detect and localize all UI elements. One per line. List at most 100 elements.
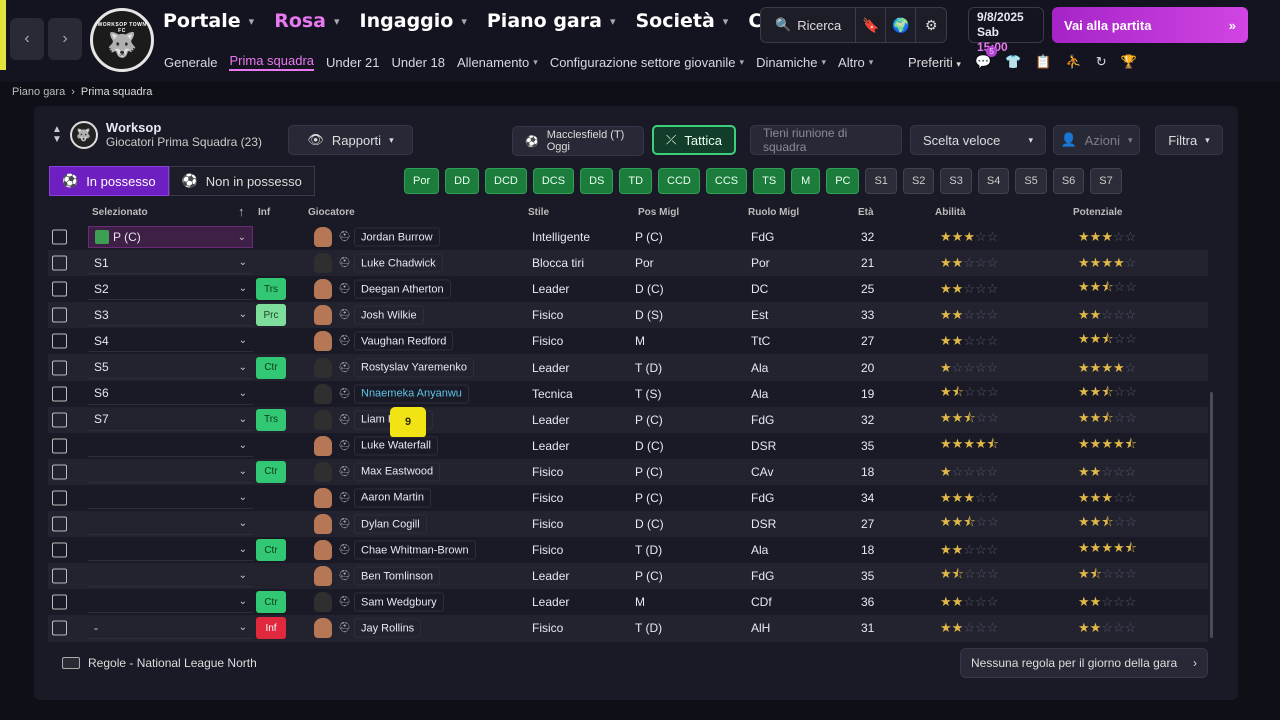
- dragged-shirt-icon[interactable]: 9: [390, 407, 426, 437]
- player-info-icon[interactable]: ⛑: [338, 284, 351, 295]
- trophy-icon[interactable]: 🏆: [1121, 54, 1137, 70]
- row-checkbox[interactable]: [52, 542, 67, 558]
- tab-non-in-possesso[interactable]: ⚽ Non in possesso: [168, 166, 315, 196]
- row-checkbox[interactable]: [52, 568, 67, 584]
- selection-dropdown[interactable]: S1 ⌄: [88, 252, 253, 275]
- position-filter[interactable]: DS: [580, 168, 614, 194]
- col-abilita[interactable]: Abilità: [935, 207, 966, 218]
- player-name[interactable]: Aaron Martin: [354, 488, 431, 508]
- table-row[interactable]: ⌄ ⛑ Luke Waterfall Leader D (C) DSR 35 ★★★★⯪ ★★★…: [48, 433, 1208, 459]
- filtra-button[interactable]: Filtra ▾: [1155, 125, 1223, 155]
- inbox-icon[interactable]: 💬 5: [975, 46, 998, 70]
- search-button[interactable]: 🔍 Ricerca: [761, 8, 857, 42]
- player-name[interactable]: Jay Rollins: [354, 618, 422, 638]
- selection-dropdown[interactable]: ⌄: [88, 591, 253, 614]
- selection-dropdown[interactable]: P (C) ⌄: [88, 226, 253, 249]
- table-row[interactable]: ⌄ ⛑ Aaron Martin Fisico P (C) FdG 34 ★★★☆☆ ★★★☆☆: [48, 485, 1208, 511]
- azioni-button[interactable]: 👤 Azioni ▾: [1053, 125, 1140, 155]
- table-row[interactable]: - ⌄ Inf ⛑ Jay Rollins Fisico T (D) AlH 31 ★★☆☆☆ ★★…: [48, 615, 1208, 642]
- main-nav-item[interactable]: Piano gara ▾: [487, 10, 616, 32]
- row-checkbox[interactable]: [52, 255, 67, 271]
- col-potenziale[interactable]: Potenziale: [1073, 207, 1122, 218]
- table-row[interactable]: S6 ⌄ ⛑ Nnaemeka Anyanwu Tecnica T (S) Ala 19 ★⯪☆…: [48, 381, 1208, 407]
- col-ruolo[interactable]: Ruolo Migl: [748, 207, 799, 218]
- position-filter[interactable]: S1: [865, 168, 897, 194]
- position-filter[interactable]: DCD: [485, 168, 527, 194]
- notes-icon[interactable]: 📋: [1035, 54, 1051, 70]
- status-badge[interactable]: Ctr: [256, 591, 286, 614]
- row-checkbox[interactable]: [52, 360, 67, 376]
- quick-select-button[interactable]: Scelta veloce ▾: [910, 125, 1046, 155]
- bookmark-icon[interactable]: 🔖: [856, 8, 887, 42]
- table-row[interactable]: P (C) ⌄ ⛑ Jordan Burrow Intelligente P (C) FdG…: [48, 224, 1208, 250]
- refresh-icon[interactable]: ↻: [1096, 54, 1107, 70]
- player-info-icon[interactable]: ⛑: [338, 571, 351, 582]
- player-name[interactable]: Ben Tomlinson: [354, 566, 440, 586]
- player-name[interactable]: Luke Chadwick: [354, 253, 443, 273]
- gear-icon[interactable]: ⚙: [916, 8, 946, 42]
- status-badge[interactable]: Ctr: [256, 356, 286, 379]
- back-button[interactable]: ‹: [10, 18, 44, 60]
- col-inf[interactable]: Inf: [258, 207, 270, 218]
- player-name[interactable]: Chae Whitman-Brown: [354, 540, 476, 560]
- player-name[interactable]: Max Eastwood: [354, 462, 441, 482]
- col-pos[interactable]: Pos Migl: [638, 207, 679, 218]
- selection-dropdown[interactable]: ⌄: [88, 513, 253, 536]
- position-filter[interactable]: DD: [445, 168, 480, 194]
- position-filter[interactable]: DCS: [532, 168, 575, 194]
- table-row[interactable]: ⌄ Ctr ⛑ Max Eastwood Fisico P (C) CAv 18 ★☆☆☆☆ ★★…: [48, 458, 1208, 485]
- status-badge[interactable]: Ctr: [256, 539, 286, 562]
- row-checkbox[interactable]: [52, 386, 67, 402]
- selection-dropdown[interactable]: ⌄: [88, 435, 253, 457]
- row-checkbox[interactable]: [52, 333, 67, 349]
- selection-dropdown[interactable]: ⌄: [88, 461, 253, 483]
- shirt-icon[interactable]: 👕: [1005, 54, 1021, 70]
- sub-nav-item[interactable]: Configurazione settore giovanile ▾: [550, 53, 744, 71]
- status-badge[interactable]: Inf: [256, 617, 286, 640]
- selection-dropdown[interactable]: S5 ⌄: [88, 357, 253, 379]
- league-rules[interactable]: Regole - National League North: [62, 656, 257, 670]
- position-filter[interactable]: CCD: [658, 168, 700, 194]
- main-nav-item[interactable]: Ingaggio ▾: [360, 10, 467, 32]
- player-info-icon[interactable]: ⛑: [338, 597, 351, 608]
- team-meeting-input[interactable]: Tieni riunione di squadra: [750, 125, 902, 155]
- preferiti-button[interactable]: Preferiti ▾: [908, 55, 961, 70]
- tab-in-possesso[interactable]: ⚽ In possesso: [49, 166, 169, 196]
- player-info-icon[interactable]: ⛑: [338, 623, 351, 634]
- selection-dropdown[interactable]: S6 ⌄: [88, 383, 253, 405]
- player-name[interactable]: Nnaemeka Anyanwu: [354, 384, 469, 404]
- selection-dropdown[interactable]: ⌄: [88, 487, 253, 509]
- position-filter[interactable]: S2: [902, 168, 935, 194]
- scrollbar[interactable]: [1210, 392, 1213, 638]
- position-filter[interactable]: Por: [404, 168, 440, 194]
- sort-arrow-icon[interactable]: ↑: [238, 204, 245, 219]
- table-row[interactable]: ⌄ ⛑ Ben Tomlinson Leader P (C) FdG 35 ★⯪☆☆☆ ★⯪☆☆…: [48, 563, 1208, 590]
- position-filter[interactable]: S4: [977, 168, 1010, 194]
- table-row[interactable]: ⌄ Ctr ⛑ Sam Wedgbury Leader M CDf 36 ★★☆☆☆ ★★☆☆☆: [48, 589, 1208, 615]
- selection-dropdown[interactable]: S2 ⌄: [88, 278, 253, 301]
- team-switcher[interactable]: ▲ ▼: [52, 124, 62, 145]
- row-checkbox[interactable]: [52, 464, 67, 480]
- status-badge[interactable]: Prc: [256, 304, 286, 327]
- player-info-icon[interactable]: ⛑: [338, 545, 351, 556]
- row-checkbox[interactable]: [52, 594, 67, 610]
- player-name[interactable]: Josh Wilkie: [354, 305, 424, 325]
- player-info-icon[interactable]: ⛑: [338, 362, 351, 373]
- rapporti-button[interactable]: 👁 Rapporti ▾: [288, 125, 413, 155]
- selection-dropdown[interactable]: S3 ⌄: [88, 304, 253, 327]
- club-crest[interactable]: WORKSOP TOWN FC 🐺: [90, 8, 154, 72]
- player-info-icon[interactable]: ⛑: [338, 414, 351, 425]
- sub-nav-item[interactable]: Allenamento ▾: [457, 53, 538, 71]
- table-row[interactable]: S7⌄Trs⛑Liam HughesLeaderP (C)FdG32★★⯪☆☆★…: [48, 406, 1208, 433]
- position-filter[interactable]: CCS: [705, 168, 748, 194]
- status-badge[interactable]: Trs: [256, 408, 286, 431]
- sub-nav-item[interactable]: Under 18: [392, 53, 445, 71]
- player-name[interactable]: Deegan Atherton: [354, 279, 451, 299]
- selection-dropdown[interactable]: ⌄: [88, 565, 253, 588]
- row-checkbox[interactable]: [52, 438, 67, 454]
- table-row[interactable]: S5 ⌄ Ctr ⛑ Rostyslav Yaremenko Leader T (D) Ala…: [48, 354, 1208, 381]
- row-checkbox[interactable]: [52, 281, 67, 297]
- continue-button[interactable]: Vai alla partita »: [1052, 7, 1248, 43]
- selection-dropdown[interactable]: ⌄: [88, 539, 253, 562]
- row-checkbox[interactable]: [52, 307, 67, 323]
